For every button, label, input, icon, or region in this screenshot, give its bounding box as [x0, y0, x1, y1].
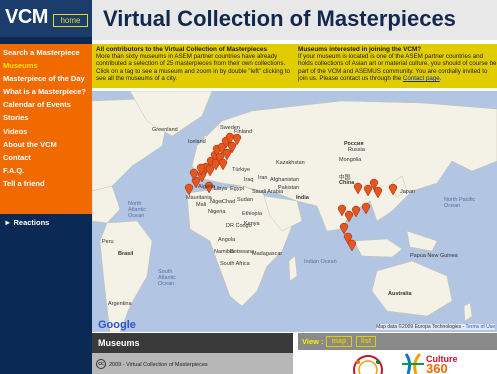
map-label-iran: Iran: [258, 175, 268, 181]
reactions-link[interactable]: ► Reactions: [4, 218, 49, 227]
map-label-sudan: Sudan: [237, 197, 253, 203]
map-label-south-africa: South Africa: [220, 261, 250, 267]
map-label-saudi: Saudi Arabia: [252, 189, 284, 195]
map-label-iraq: Iraq: [244, 177, 254, 183]
nav-item-museums[interactable]: Museums: [0, 59, 92, 72]
map-label-botswana: Botswana: [230, 249, 255, 255]
museum-marker[interactable]: [347, 239, 357, 252]
page-title: Virtual Collection of Masterpieces: [103, 6, 456, 31]
map-label-ethiopia: Ethiopia: [242, 211, 262, 217]
logo-bar: VCM home: [0, 0, 92, 37]
map-label-russia-sub: Russia: [348, 147, 365, 153]
map-label-south-atlantic: South Atlantic Ocean: [158, 269, 177, 287]
map-label-australia: Australia: [388, 291, 412, 297]
museums-panel-body: cc 2009 - Virtual Collection of Masterpi…: [92, 353, 293, 374]
museums-panel-header: Museums: [92, 333, 293, 353]
map-label-north-pacific: North Pacific Ocean: [444, 197, 476, 209]
nav-item-contact[interactable]: Contact: [0, 151, 92, 164]
map-label-peru: Peru: [102, 239, 114, 245]
map-label-libya: Libya: [214, 186, 228, 192]
join-heading: Museums interested in joining the VCM?: [298, 46, 422, 53]
nav-item-masterpiece-of-the-day[interactable]: Masterpiece of the Day: [0, 72, 92, 85]
map-label-north-atlantic: North Atlantic Ocean: [128, 201, 147, 219]
nav-item-what-is-a-masterpiece[interactable]: What is a Masterpiece?: [0, 85, 92, 98]
nav-item-videos[interactable]: Videos: [0, 125, 92, 138]
join-info: Museums interested in joining the VCM? I…: [298, 46, 497, 82]
join-text: If your museum is located is one of the …: [298, 53, 497, 82]
partner-logo-graphics: [353, 352, 424, 374]
map-label-china: China: [339, 180, 355, 186]
map-label-papua: Papua New Guinea: [410, 253, 458, 259]
contributors-info: All contributors to the Virtual Collecti…: [96, 46, 292, 82]
map-label-mongolia: Mongolia: [339, 157, 362, 163]
view-label: View :: [302, 337, 324, 346]
map-label-algeria: Algeria: [198, 184, 216, 190]
map-label-argentina: Argentina: [108, 301, 132, 307]
map-label-chad: Chad: [222, 199, 236, 205]
museums-panel-title: Museums: [98, 338, 140, 348]
map-label-mali: Mali: [196, 202, 207, 208]
contributors-text: More than sixty museums in ASEM partner …: [96, 53, 290, 82]
nav-item-about-the-vcm[interactable]: About the VCM: [0, 138, 92, 151]
nav-item-stories[interactable]: Stories: [0, 111, 92, 124]
map-label-kazakhstan: Kazakhstan: [276, 160, 305, 166]
home-button[interactable]: home: [53, 14, 88, 27]
view-map-button[interactable]: map: [326, 336, 352, 347]
nav-item-faq[interactable]: F.A.Q.: [0, 164, 92, 177]
nav-item-calendar-of-events[interactable]: Calendar of Events: [0, 98, 92, 111]
terms-of-use-link[interactable]: Terms of Use: [466, 324, 495, 330]
map-label-egypt: Egypt: [230, 186, 245, 192]
culture360-number[interactable]: 360: [426, 361, 448, 374]
map-label-brasil: Brasil: [118, 251, 134, 257]
map-label-angola: Angola: [218, 237, 236, 243]
map-label-madagascar: Madagascar: [252, 251, 283, 257]
vcm-logo[interactable]: VCM: [5, 6, 48, 29]
map-credit-text: Map data ©2009 Europa Technologies -: [376, 324, 466, 330]
culture360-logo-mark: [402, 352, 424, 374]
map-label-drc: DR Congo: [226, 223, 252, 229]
view-toggle-bar: View : map list: [298, 333, 497, 350]
world-map[interactable]: Greenland Iceland Finland Sweden Россия …: [92, 91, 497, 332]
page-header: Virtual Collection of Masterpieces: [92, 0, 497, 40]
join-text-block: If your museum is located is one of the …: [298, 53, 497, 82]
map-label-iceland: Iceland: [188, 139, 206, 145]
museum-marker[interactable]: [351, 205, 361, 218]
contributors-heading: All contributors to the Virtual Collecti…: [96, 46, 268, 53]
nav-item-search-masterpiece[interactable]: Search a Masterpiece: [0, 46, 92, 59]
asemus-logo: [353, 355, 383, 374]
map-label-turkey: Türkiye: [232, 167, 251, 173]
museum-marker[interactable]: [339, 222, 349, 235]
partner-logos: Culture 360: [298, 350, 497, 374]
map-label-india: India: [296, 195, 309, 201]
contact-page-link[interactable]: Contact page: [403, 75, 440, 82]
copyright-text: 2009 - Virtual Collection of Masterpiece…: [109, 362, 208, 368]
map-label-mauritania: Mauritania: [186, 195, 212, 201]
creative-commons-icon: cc: [96, 359, 106, 369]
map-credit: Map data ©2009 Europa Technologies - Ter…: [376, 324, 495, 330]
view-panel: View : map list Culture 360: [298, 333, 497, 374]
view-list-button[interactable]: list: [356, 336, 376, 347]
map-label-nigeria: Nigeria: [208, 209, 226, 215]
info-band: All contributors to the Virtual Collecti…: [92, 44, 497, 88]
google-logo[interactable]: Google: [98, 319, 136, 331]
map-label-greenland: Greenland: [152, 127, 178, 133]
sidebar: VCM home Search a Masterpiece Museums Ma…: [0, 0, 92, 374]
main-nav: Search a Masterpiece Museums Masterpiece…: [0, 44, 92, 214]
map-label-sweden: Sweden: [220, 125, 240, 131]
map-label-japan: Japan: [400, 189, 415, 195]
join-text-end: .: [439, 74, 442, 82]
map-label-afghanistan: Afghanistan: [270, 177, 300, 183]
museum-marker[interactable]: [361, 202, 371, 215]
nav-item-tell-a-friend[interactable]: Tell a friend: [0, 177, 92, 190]
map-label-indian-ocean: Indian Ocean: [304, 259, 337, 265]
